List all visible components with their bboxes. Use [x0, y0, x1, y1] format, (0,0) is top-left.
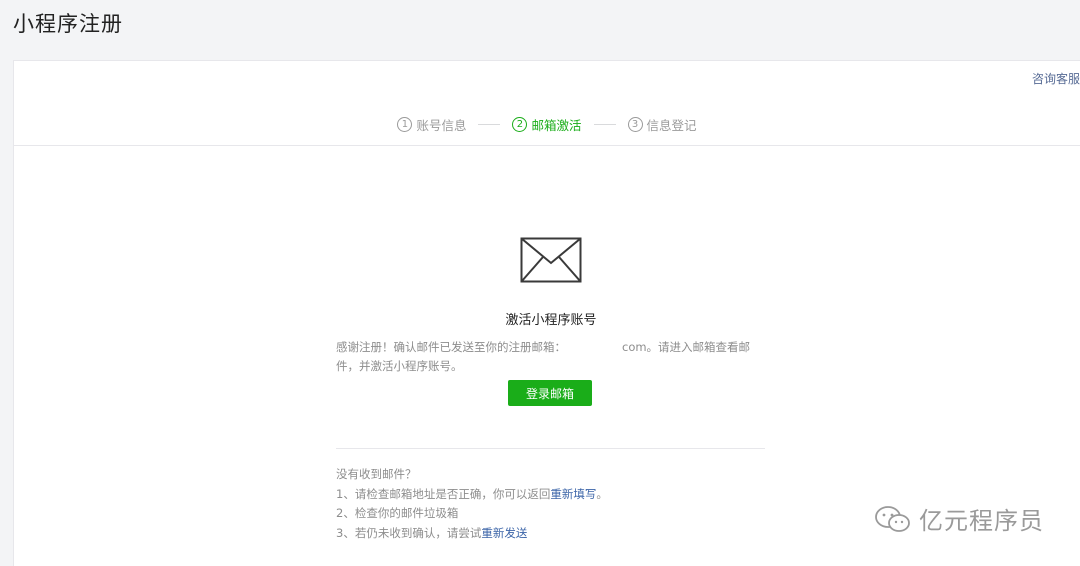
content-divider — [336, 448, 765, 449]
resend-link[interactable]: 重新发送 — [481, 526, 527, 540]
step-label: 信息登记 — [646, 117, 697, 133]
help-item: 3、若仍未收到确认，请尝试重新发送 — [336, 524, 766, 544]
step-label: 账号信息 — [416, 117, 467, 133]
help-item-text: 3、若仍未收到确认，请尝试 — [336, 525, 482, 540]
description-prefix: 感谢注册！确认邮件已发送至你的注册邮箱： — [336, 340, 566, 354]
help-item-text: 1、请检查邮箱地址是否正确，你可以返回 — [336, 486, 551, 501]
watermark-text: 亿元程序员 — [919, 507, 1044, 535]
step-number: 3 — [627, 116, 643, 132]
activation-description: 感谢注册！确认邮件已发送至你的注册邮箱： com。请进入邮箱查看邮件，并激活小程序… — [336, 338, 766, 376]
step-email-activation: 2 邮箱激活 — [512, 115, 582, 134]
customer-service-link[interactable]: 咨询客服 — [1032, 70, 1080, 87]
wechat-logo-icon — [875, 505, 910, 532]
step-info-registration: 3 信息登记 — [627, 115, 697, 134]
refill-link[interactable]: 重新填写 — [550, 487, 596, 501]
help-item-end: 。 — [596, 486, 608, 501]
activation-title: 激活小程序账号 — [505, 313, 597, 328]
step-indicator: 1 账号信息 2 邮箱激活 3 信息登记 — [14, 113, 1080, 135]
help-section: 没有收到邮件？ 1、请检查邮箱地址是否正确，你可以返回重新填写。 2、检查你的邮… — [336, 465, 766, 543]
watermark: 亿元程序员 — [873, 501, 1044, 536]
step-connector — [478, 123, 501, 125]
help-item: 2、检查你的邮件垃圾箱 — [336, 506, 459, 520]
help-item: 1、请检查邮箱地址是否正确，你可以返回重新填写。 — [336, 485, 766, 505]
envelope-icon — [520, 237, 582, 283]
header-divider — [14, 145, 1080, 146]
step-number: 2 — [512, 116, 528, 132]
page-title: 小程序注册 — [13, 12, 123, 36]
login-email-button[interactable]: 登录邮箱 — [508, 380, 592, 406]
step-label: 邮箱激活 — [531, 117, 582, 133]
registration-card: 咨询客服 1 账号信息 2 邮箱激活 3 信息登记 激活小程序账号 感谢注册！确… — [13, 60, 1080, 566]
help-heading: 没有收到邮件？ — [336, 467, 417, 481]
step-account-info: 1 账号信息 — [397, 115, 466, 134]
step-number: 1 — [397, 116, 413, 132]
step-connector — [593, 123, 616, 125]
